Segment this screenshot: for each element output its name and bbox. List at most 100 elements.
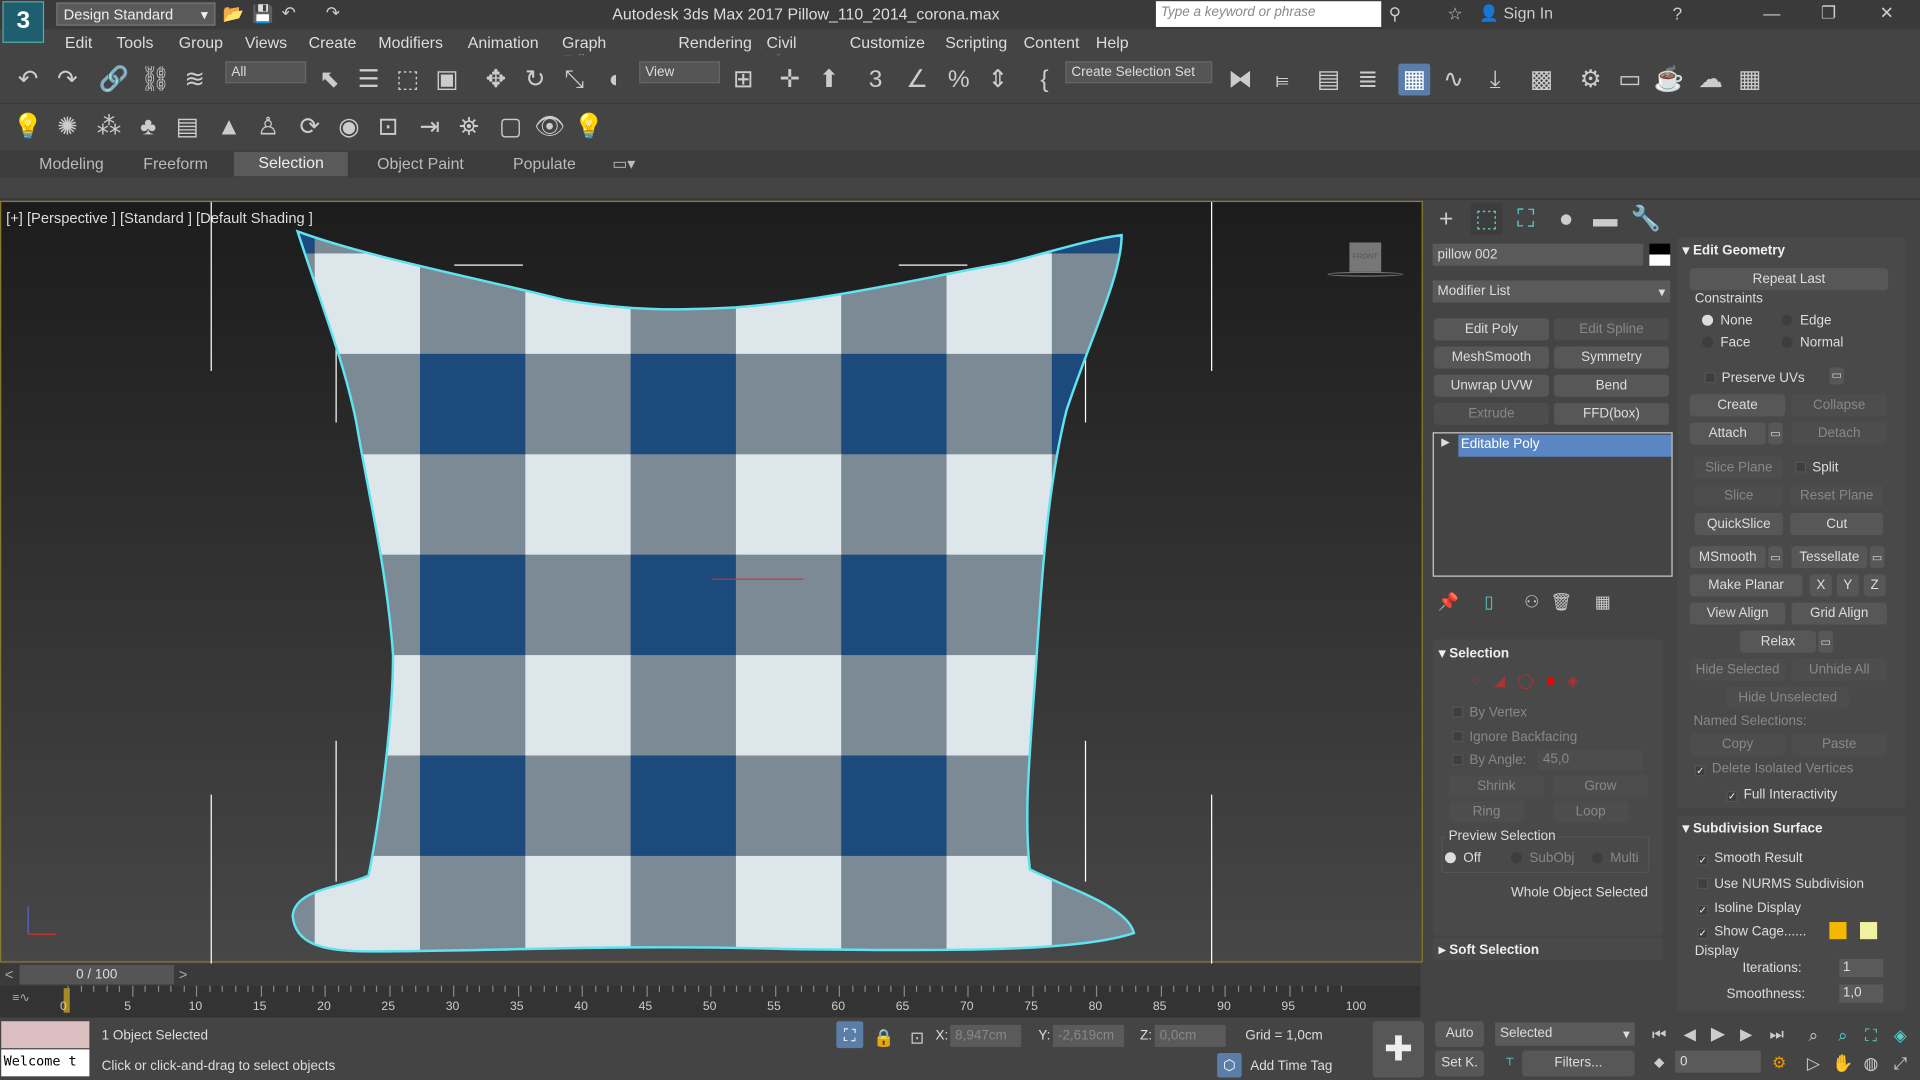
copy-button[interactable]: Copy bbox=[1689, 733, 1786, 756]
menu-tools[interactable]: Tools bbox=[116, 33, 153, 51]
y-coordinate-input[interactable]: -2,619cm bbox=[1053, 1024, 1125, 1047]
auto-key-button[interactable]: Auto bbox=[1435, 1021, 1485, 1047]
select-object-icon[interactable]: ⬉ bbox=[313, 64, 345, 96]
x-coordinate-input[interactable]: 8,947cm bbox=[950, 1024, 1022, 1047]
tab-object-paint[interactable]: Object Paint bbox=[377, 154, 464, 172]
scale-icon[interactable]: ⤡ bbox=[558, 64, 590, 96]
frame-icon[interactable]: ⊡ bbox=[372, 111, 404, 143]
app-menu-button[interactable]: 3 bbox=[2, 1, 45, 43]
configure-modifier-sets-icon[interactable]: ▦ bbox=[1587, 585, 1619, 617]
cage-color-swatch[interactable] bbox=[1829, 922, 1847, 940]
constraint-edge-radio[interactable]: Edge bbox=[1781, 313, 1831, 328]
detach-button[interactable]: Detach bbox=[1791, 422, 1887, 445]
maxscript-input[interactable]: Welcome t bbox=[1, 1049, 90, 1077]
eye-icon[interactable]: 👁 bbox=[534, 111, 566, 143]
collapse-button[interactable]: Collapse bbox=[1791, 394, 1887, 417]
named-selection-icon[interactable]: { bbox=[1029, 64, 1061, 96]
render-cloud-icon[interactable]: ☁ bbox=[1695, 64, 1727, 96]
preview-subobj-radio[interactable]: SubObj bbox=[1511, 851, 1574, 866]
spinner-snap-icon[interactable]: ⇕ bbox=[982, 64, 1014, 96]
remove-modifier-icon[interactable]: 🗑 bbox=[1545, 585, 1577, 617]
menu-content[interactable]: Content bbox=[1024, 33, 1080, 51]
reference-coordinate-dropdown[interactable]: View bbox=[639, 61, 721, 84]
schematic-view-icon[interactable]: ⤓ bbox=[1479, 64, 1511, 96]
zoom-extents-icon[interactable]: ⛶ bbox=[1855, 1019, 1887, 1051]
zoom-extents-all-icon[interactable]: ◈ bbox=[1884, 1019, 1916, 1051]
smooth-result-checkbox[interactable]: ✓ Smooth Result bbox=[1697, 851, 1803, 866]
bend-button[interactable]: Bend bbox=[1553, 374, 1669, 397]
menu-customize[interactable]: Customize bbox=[850, 33, 925, 51]
subobject-level-icons[interactable]: ⁘◢◯■◈ bbox=[1469, 672, 1590, 689]
object-color-swatch[interactable] bbox=[1649, 243, 1671, 266]
time-tag-icon[interactable]: ⬡ bbox=[1217, 1053, 1242, 1078]
attach-button[interactable]: Attach bbox=[1689, 422, 1766, 445]
menu-animation[interactable]: Animation bbox=[468, 33, 539, 51]
soft-selection-header[interactable]: ▸ Soft Selection bbox=[1439, 942, 1539, 958]
search-input[interactable]: Type a keyword or phrase bbox=[1155, 1, 1382, 27]
ring-button[interactable]: Ring bbox=[1448, 800, 1525, 823]
grid-align-button[interactable]: Grid Align bbox=[1791, 602, 1887, 625]
window-icon[interactable]: ▢ bbox=[495, 111, 527, 143]
make-unique-icon[interactable]: ⚇ bbox=[1516, 585, 1548, 617]
track-bar[interactable]: ≡∿ 0 5 10 15 20 25 30 35 40 45 50 55 60 65 70 75 80 85 90 9… bbox=[0, 985, 1421, 1018]
create-selection-set-dropdown[interactable]: Create Selection Set bbox=[1065, 61, 1213, 84]
preserve-uvs-settings-icon[interactable]: ▭ bbox=[1829, 367, 1845, 385]
key-mode-toggle-icon[interactable]: ◆ bbox=[1643, 1047, 1675, 1079]
time-slider[interactable]: 0 / 100 bbox=[19, 964, 174, 985]
view-align-button[interactable]: View Align bbox=[1689, 602, 1786, 625]
rotate-icon[interactable]: ↻ bbox=[519, 64, 551, 96]
ribbon-options-icon[interactable]: ▭▾ bbox=[612, 154, 635, 174]
window-crossing-icon[interactable]: ▣ bbox=[431, 64, 463, 96]
previous-frame-icon[interactable]: ◀ bbox=[1674, 1019, 1706, 1051]
preserve-uvs-checkbox[interactable]: Preserve UVs bbox=[1704, 371, 1805, 386]
select-by-name-icon[interactable]: ☰ bbox=[353, 64, 385, 96]
workspace-dropdown[interactable]: Design Standard ▾ bbox=[56, 2, 216, 26]
sun-icon[interactable]: ✺ bbox=[51, 111, 83, 143]
maxscript-mini-listener[interactable] bbox=[1, 1021, 90, 1049]
constraint-none-radio[interactable]: None bbox=[1702, 313, 1753, 328]
edit-geometry-header[interactable]: ▾ Edit Geometry bbox=[1682, 242, 1785, 259]
bulb-icon[interactable]: 💡 bbox=[573, 111, 605, 143]
go-to-end-icon[interactable]: ⏭ bbox=[1761, 1019, 1793, 1051]
add-time-tag-button[interactable]: Add Time Tag bbox=[1250, 1059, 1332, 1074]
curve-editor-mini-icon[interactable]: ≡∿ bbox=[12, 992, 29, 1005]
menu-rendering[interactable]: Rendering bbox=[678, 33, 751, 51]
stack-item-editable-poly[interactable]: Editable Poly bbox=[1458, 434, 1672, 457]
modifier-list-dropdown[interactable]: Modifier List ▾ bbox=[1432, 280, 1671, 303]
z-coordinate-input[interactable]: 0,0cm bbox=[1154, 1024, 1226, 1047]
pivot-center-icon[interactable]: ⊞ bbox=[727, 64, 759, 96]
bind-spacewarp-icon[interactable]: ≋ bbox=[179, 64, 211, 96]
align-icon[interactable]: ⫢ bbox=[1266, 64, 1298, 96]
tab-populate[interactable]: Populate bbox=[513, 154, 576, 172]
hide-selected-button[interactable]: Hide Selected bbox=[1689, 658, 1786, 681]
edit-poly-button[interactable]: Edit Poly bbox=[1433, 318, 1549, 341]
star-icon[interactable]: ☆ bbox=[1447, 4, 1462, 25]
constraint-face-radio[interactable]: Face bbox=[1702, 336, 1750, 350]
use-nurms-checkbox[interactable]: Use NURMS Subdivision bbox=[1697, 877, 1864, 891]
close-icon[interactable]: ✕ bbox=[1880, 2, 1894, 23]
redo-icon[interactable]: ↷ bbox=[51, 64, 83, 96]
menu-views[interactable]: Views bbox=[245, 33, 287, 51]
a360-gallery-icon[interactable]: ▦ bbox=[1734, 64, 1766, 96]
tessellate-button[interactable]: Tessellate bbox=[1791, 546, 1868, 569]
ffd-box-button[interactable]: FFD(box) bbox=[1553, 402, 1669, 425]
mirror-icon[interactable]: ⧓ bbox=[1224, 64, 1256, 96]
cut-button[interactable]: Cut bbox=[1790, 513, 1884, 536]
tree-icon[interactable]: ♣ bbox=[132, 111, 164, 143]
symmetry-button[interactable]: Symmetry bbox=[1553, 346, 1669, 369]
paste-button[interactable]: Paste bbox=[1791, 733, 1887, 756]
light-icon[interactable]: 💡 bbox=[12, 111, 44, 143]
cage-selection-color-swatch[interactable] bbox=[1860, 922, 1878, 940]
motion-tab-icon[interactable]: ● bbox=[1550, 203, 1582, 235]
smoothness-spinner[interactable]: 1,0 bbox=[1839, 984, 1884, 1003]
move-icon[interactable]: ✥ bbox=[480, 64, 512, 96]
preview-off-radio[interactable]: Off bbox=[1444, 851, 1481, 866]
extrude-button[interactable]: Extrude bbox=[1433, 402, 1549, 425]
scene-explorer-icon[interactable]: ▤ bbox=[1313, 64, 1345, 96]
planar-x-button[interactable]: X bbox=[1809, 574, 1832, 597]
next-frame-icon[interactable]: ▶ bbox=[1730, 1019, 1762, 1051]
selection-lock-toggle-icon[interactable]: ⛶ bbox=[836, 1021, 864, 1049]
viewcube[interactable]: FRONT bbox=[1349, 242, 1382, 272]
modifier-stack[interactable]: ▶ Editable Poly bbox=[1432, 432, 1673, 577]
go-to-start-icon[interactable]: ⏮ bbox=[1643, 1019, 1675, 1051]
